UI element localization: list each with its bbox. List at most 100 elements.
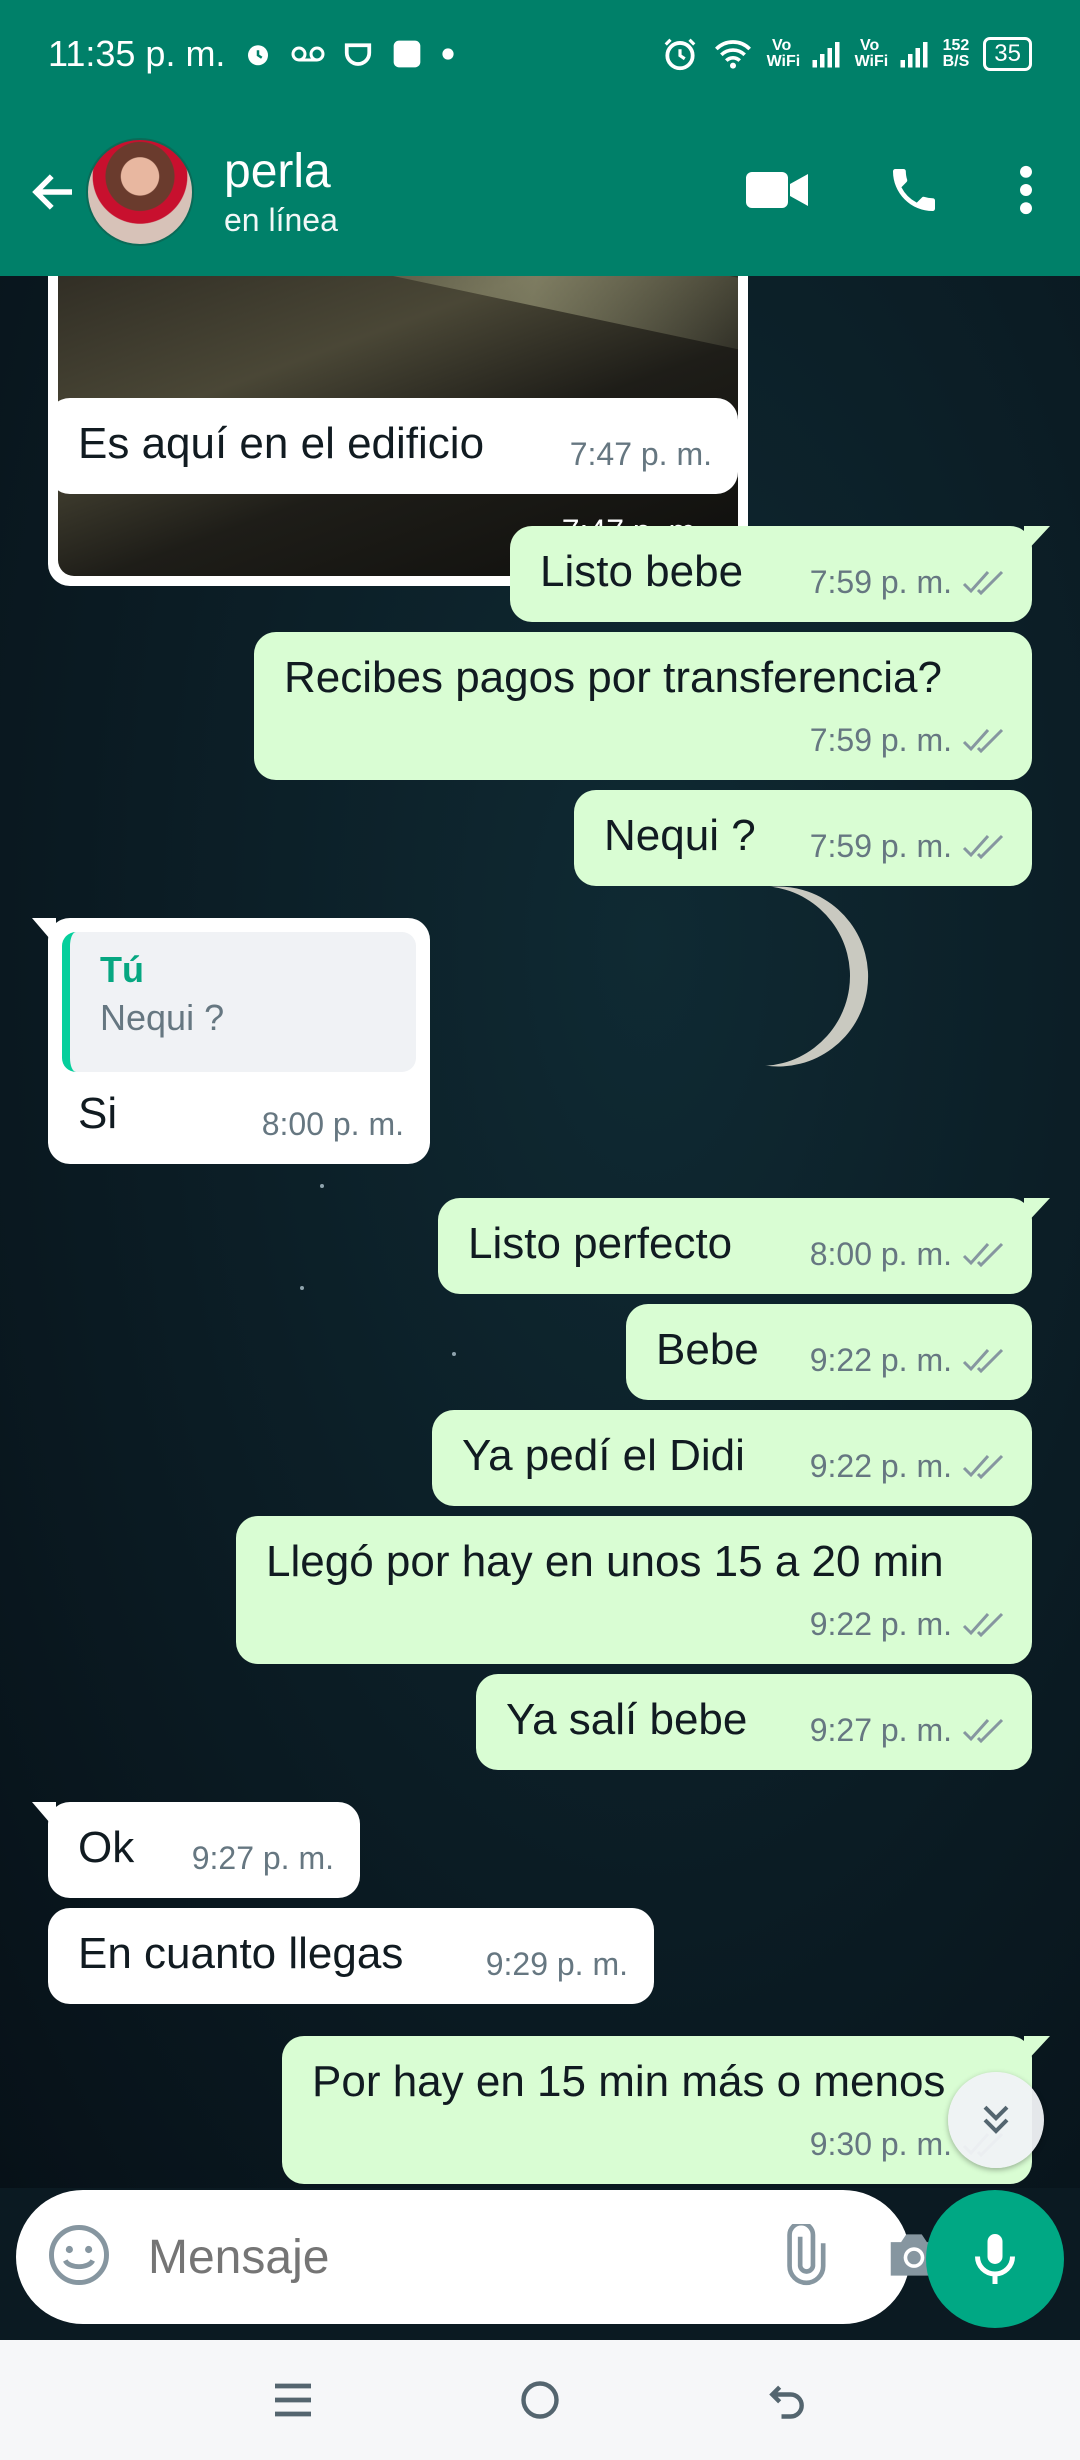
message-time: 9:30 p. m. <box>809 2126 952 2162</box>
quoted-message[interactable]: Tú Nequi ? <box>62 932 416 1072</box>
back-button[interactable] <box>24 162 84 222</box>
read-ticks-icon <box>962 1242 1004 1268</box>
back-gesture-icon <box>768 2385 804 2419</box>
incoming-message[interactable]: Es aquí en el edificio 7:47 p. m. <box>48 398 738 494</box>
emoji-button[interactable] <box>46 2222 112 2293</box>
quoted-author: Tú <box>100 949 144 990</box>
incoming-message[interactable]: En cuanto llegas 9:29 p. m. <box>48 1908 654 2004</box>
vowifi-label-2: Vo WiFi <box>854 37 889 70</box>
message-time: 9:29 p. m. <box>485 1946 628 1982</box>
message-time: 9:22 p. m. <box>809 1342 952 1378</box>
message-time: 8:00 p. m. <box>261 1106 404 1142</box>
chat-messages[interactable]: 7:47 p. m. Es aquí en el edificio 7:47 p… <box>0 276 1080 2188</box>
home-circle-icon <box>521 2381 559 2419</box>
message-text: Si <box>78 1089 118 1138</box>
message-text: Es aquí en el edificio <box>78 419 485 468</box>
message-text: Nequi ? <box>604 811 756 860</box>
outgoing-message[interactable]: Listo bebe 7:59 p. m. <box>510 526 1050 622</box>
outgoing-message[interactable]: Recibes pagos por transferencia? 7:59 p.… <box>254 632 1032 780</box>
message-text: Bebe <box>656 1325 759 1374</box>
message-text: Ya salí bebe <box>506 1695 748 1744</box>
outgoing-message[interactable]: Por hay en 15 min más o menos 9:30 p. m. <box>282 2036 1050 2184</box>
outgoing-message[interactable]: Ya pedí el Didi 9:22 p. m. <box>432 1410 1032 1506</box>
message-composer <box>16 2190 938 2324</box>
message-time: 9:22 p. m. <box>809 1606 952 1642</box>
read-ticks-icon <box>962 834 1004 860</box>
recents-button[interactable] <box>263 2370 323 2430</box>
kebab-menu-icon <box>1020 165 1032 214</box>
video-camera-icon <box>746 171 808 208</box>
battery-indicator: 35 <box>983 37 1032 71</box>
message-time: 7:47 p. m. <box>569 436 712 472</box>
message-time: 8:00 p. m. <box>809 1236 952 1272</box>
paperclip-icon <box>787 2220 826 2285</box>
message-time: 7:59 p. m. <box>809 564 952 600</box>
video-call-button[interactable] <box>746 168 810 217</box>
more-notifications-dot <box>442 48 455 60</box>
message-time: 9:27 p. m. <box>809 1712 952 1748</box>
home-button[interactable] <box>510 2370 570 2430</box>
network-speed: 152 B/S <box>943 38 970 70</box>
message-time: 7:59 p. m. <box>809 722 952 758</box>
wallpaper-star <box>300 1286 304 1290</box>
network-speed-unit: B/S <box>942 53 970 70</box>
message-time: 7:59 p. m. <box>809 828 952 864</box>
read-ticks-icon <box>962 570 1004 596</box>
phone-icon <box>893 168 935 211</box>
attach-button[interactable] <box>771 2220 833 2291</box>
wifi-icon <box>714 40 751 69</box>
message-text: Listo bebe <box>540 547 744 596</box>
network-speed-value: 152 <box>942 37 970 54</box>
read-ticks-icon <box>962 1612 1004 1638</box>
signal-icon-2 <box>900 42 928 68</box>
message-input[interactable] <box>146 2228 771 2286</box>
wallpaper-star <box>452 1352 456 1356</box>
system-navigation-bar <box>0 2340 1080 2460</box>
message-text: Llegó por hay en unos 15 a 20 min <box>266 1537 944 1586</box>
emoji-icon <box>49 2224 109 2285</box>
read-ticks-icon <box>962 1718 1004 1744</box>
back-arrow-icon <box>32 174 72 210</box>
double-chevron-down-icon <box>983 2105 1009 2134</box>
outgoing-message[interactable]: Nequi ? 7:59 p. m. <box>574 790 1032 886</box>
signal-icon-1 <box>812 42 840 68</box>
message-text: Ok <box>78 1823 135 1872</box>
read-ticks-icon <box>962 728 1004 754</box>
voicemail-icon <box>291 46 325 62</box>
message-time: 9:22 p. m. <box>809 1448 952 1484</box>
more-options-button[interactable] <box>1018 164 1034 221</box>
status-time: 11:35 p. m. <box>48 33 226 74</box>
vowifi-label-1: Vo WiFi <box>766 37 801 70</box>
wallpaper-moon <box>658 874 861 1077</box>
incoming-message[interactable]: Ok 9:27 p. m. <box>32 1802 360 1898</box>
contact-name: perla <box>224 145 331 198</box>
scroll-to-bottom-button[interactable] <box>948 2072 1044 2168</box>
menu-lines-icon <box>275 2383 312 2417</box>
message-text: En cuanto llegas <box>78 1929 404 1978</box>
outgoing-message[interactable]: Listo perfecto 8:00 p. m. <box>438 1198 1050 1294</box>
contact-avatar[interactable] <box>86 138 194 246</box>
quoted-text: Nequi ? <box>100 997 225 1038</box>
chat-header: perla en línea <box>0 108 1080 276</box>
microphone-icon <box>975 2234 1015 2284</box>
outgoing-message[interactable]: Llegó por hay en unos 15 a 20 min 9:22 p… <box>236 1516 1032 1664</box>
message-text: Por hay en 15 min más o menos <box>312 2057 946 2106</box>
status-bar: 11:35 p. m. Vo WiFi Vo WiFi 152 B/S 35 <box>0 0 1080 108</box>
system-back-button[interactable] <box>757 2370 817 2430</box>
outgoing-message[interactable]: Ya salí bebe 9:27 p. m. <box>476 1674 1032 1770</box>
read-ticks-icon <box>962 1348 1004 1374</box>
voice-message-button[interactable] <box>926 2190 1064 2328</box>
square-notification-icon <box>394 40 421 68</box>
message-text: Ya pedí el Didi <box>462 1431 745 1480</box>
alarm-icon <box>248 45 269 66</box>
contact-info[interactable]: perla en línea <box>224 144 746 240</box>
voice-call-button[interactable] <box>886 162 942 223</box>
message-text: Recibes pagos por transferencia? <box>284 653 942 702</box>
outgoing-message[interactable]: Bebe 9:22 p. m. <box>626 1304 1032 1400</box>
incoming-reply-message[interactable]: Tú Nequi ? Si 8:00 p. m. <box>32 918 430 1164</box>
alarm-clock-icon <box>664 38 695 71</box>
message-time: 9:27 p. m. <box>191 1840 334 1876</box>
wallpaper-star <box>320 1184 324 1188</box>
app-notification-icon <box>345 43 372 66</box>
read-ticks-icon <box>962 1454 1004 1480</box>
